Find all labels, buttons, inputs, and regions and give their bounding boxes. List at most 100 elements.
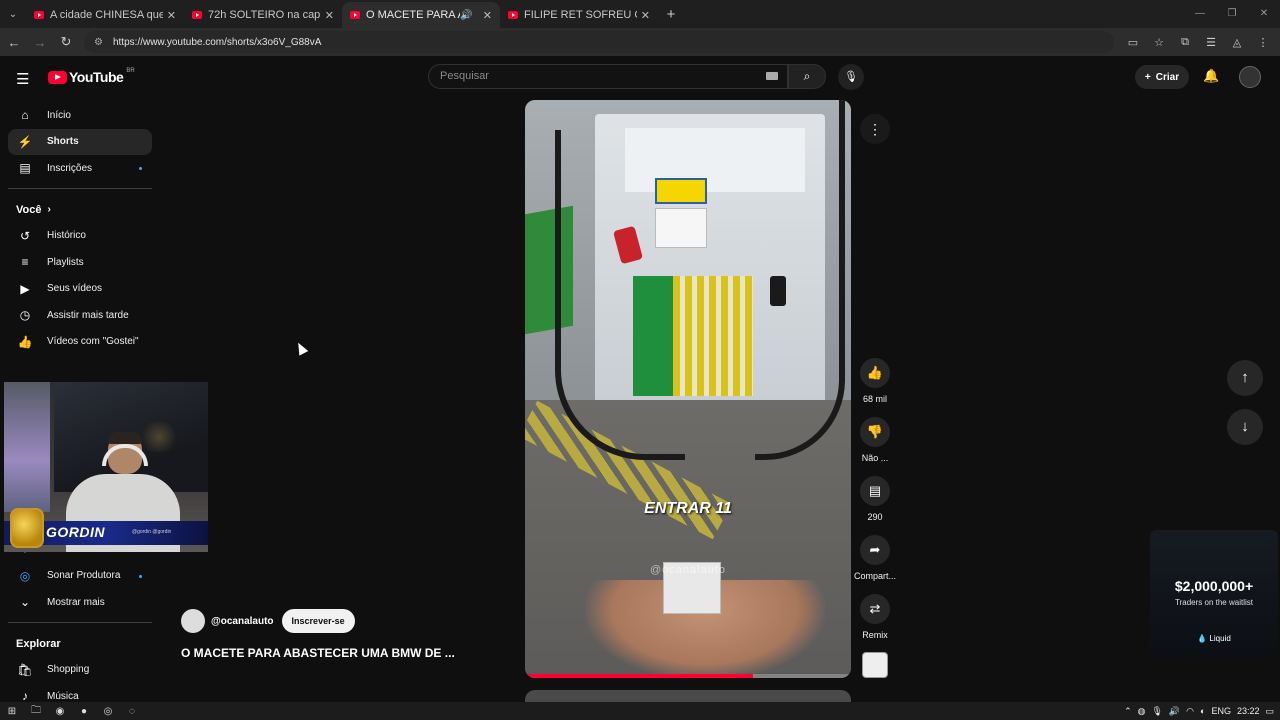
previous-short-button[interactable]: ↑ xyxy=(1227,360,1263,396)
close-tab-icon[interactable]: ✕ xyxy=(167,9,176,22)
tray-app-icon[interactable]: ◍ xyxy=(1138,706,1146,717)
gold-watch-logo-icon xyxy=(10,508,44,548)
minimize-icon[interactable]: — xyxy=(1184,0,1216,28)
comments-button[interactable]: ▤ 290 xyxy=(852,476,898,535)
channel-info: @ocanalauto Inscrever-se xyxy=(181,609,355,633)
maximize-icon[interactable]: ❐ xyxy=(1216,0,1248,28)
next-short-preview[interactable] xyxy=(525,690,851,702)
clock-time[interactable]: 23:22 xyxy=(1237,706,1260,716)
close-window-icon[interactable]: ✕ xyxy=(1248,0,1280,28)
sidebar-item-videos-gostei[interactable]: 👍 Vídeos com "Gostei" xyxy=(8,329,152,356)
channel-avatar[interactable] xyxy=(181,609,205,633)
sidebar-item-mostrar-mais[interactable]: ⌄ Mostrar mais xyxy=(8,589,152,616)
discord-icon[interactable]: ◉ xyxy=(48,706,72,717)
close-tab-icon[interactable]: ✕ xyxy=(483,9,492,22)
sidebar-item-sonar-produtora[interactable]: ◎ Sonar Produtora xyxy=(8,563,152,590)
comment-icon: ▤ xyxy=(860,476,890,506)
keyboard-icon[interactable] xyxy=(766,72,778,80)
new-content-dot xyxy=(139,167,142,170)
spotify-icon[interactable]: ● xyxy=(72,706,96,717)
remix-button[interactable]: ⇄ Remix xyxy=(852,594,898,653)
video-progress-bar[interactable] xyxy=(525,674,851,678)
ad-overlay[interactable]: $2,000,000+ Traders on the waitlist 💧 Li… xyxy=(1150,530,1278,658)
search-input[interactable]: Pesquisar xyxy=(428,64,788,89)
bookmark-star-icon[interactable]: ☆ xyxy=(1146,36,1172,49)
create-label: Criar xyxy=(1155,71,1180,83)
input-language[interactable]: ENG xyxy=(1211,706,1231,716)
dislike-button[interactable]: 👎 Não ... xyxy=(852,417,898,476)
menu-icon[interactable]: ☰ xyxy=(16,70,32,88)
youtube-favicon-icon xyxy=(350,11,360,19)
sidebar-item-seus-videos[interactable]: ▶ Seus vídeos xyxy=(8,276,152,303)
browser-tab-active[interactable]: O MACETE PARA ABASTECE 🔊 ✕ xyxy=(342,2,500,28)
search-button[interactable]: ⌕ xyxy=(788,64,826,89)
section-heading-voce[interactable]: Você › xyxy=(0,197,152,223)
profile-icon[interactable]: ◬ xyxy=(1224,36,1250,49)
close-tab-icon[interactable]: ✕ xyxy=(325,9,334,22)
forward-icon[interactable]: → xyxy=(28,35,52,50)
sidebar-item-inicio[interactable]: ⌂ Início xyxy=(8,102,152,129)
file-explorer-icon[interactable]: 🗀 xyxy=(24,703,48,720)
browser-tab-bar: ⌄ A cidade CHINESA que ENGANA ✕ 72h SOLT… xyxy=(0,0,1280,28)
avatar[interactable] xyxy=(1239,66,1261,88)
browser-tab[interactable]: FILIPE RET SOFREU COM LESÃO ✕ xyxy=(500,2,658,28)
reload-icon[interactable]: ↻ xyxy=(54,34,78,50)
tab-title: A cidade CHINESA que ENGANA xyxy=(50,9,163,21)
tray-mic-icon[interactable]: 🎙 xyxy=(1151,706,1162,717)
sidebar-item-label: Shopping xyxy=(47,664,90,676)
close-tab-icon[interactable]: ✕ xyxy=(641,9,650,22)
browser-tab[interactable]: A cidade CHINESA que ENGANA ✕ xyxy=(26,2,184,28)
dislike-label: Não ... xyxy=(861,453,889,463)
sidebar-item-label: Música xyxy=(47,690,79,702)
new-tab-icon[interactable]: + xyxy=(658,6,684,23)
reading-list-icon[interactable]: ☰ xyxy=(1198,36,1224,49)
sidebar-item-assistir-mais-tarde[interactable]: ◷ Assistir mais tarde xyxy=(8,302,152,329)
extensions-icon[interactable]: ⧉ xyxy=(1172,36,1198,49)
browser-menu-icon[interactable]: ⋮ xyxy=(1250,36,1276,49)
url-bar[interactable]: ⚙ https://www.youtube.com/shorts/x3o6V_G… xyxy=(84,31,1114,53)
more-options-button[interactable]: ⋮ xyxy=(860,114,890,144)
windows-start-icon[interactable]: ⊞ xyxy=(0,706,24,717)
back-icon[interactable]: ← xyxy=(2,35,26,50)
sidebar-item-label: Sonar Produtora xyxy=(47,570,121,582)
sidebar-item-shorts[interactable]: ⚡ Shorts xyxy=(8,128,152,155)
youtube-favicon-icon xyxy=(34,11,44,19)
youtube-logo[interactable]: YouTube BR xyxy=(48,68,135,85)
short-title[interactable]: O MACETE PARA ABASTECER UMA BMW DE ... xyxy=(181,646,455,660)
share-button[interactable]: ➦ Compart... xyxy=(852,535,898,594)
browser-tab[interactable]: 72h SOLTEIRO na capital mais L ✕ xyxy=(184,2,342,28)
notifications-icon[interactable]: ▭ xyxy=(1265,706,1274,717)
create-button[interactable]: + Criar xyxy=(1135,65,1189,89)
obs-icon[interactable]: ◌ xyxy=(120,706,144,717)
taskbar: ⊞ 🗀 ◉ ● ◎ ◌ ⌃ ◍ 🎙 🔊 ◠ ◐ ENG 23:22 ▭ xyxy=(0,702,1280,720)
chevron-down-icon: ⌄ xyxy=(19,595,31,610)
sidebar-item-inscricoes[interactable]: ▤ Inscrições xyxy=(8,155,152,182)
speaker-icon[interactable]: 🔊 xyxy=(460,10,472,21)
sidebar-item-shopping[interactable]: 🛍 Shopping xyxy=(8,657,152,684)
notifications-bell-icon[interactable]: 🔔 xyxy=(1203,68,1219,84)
webcam-person-hair xyxy=(108,432,142,444)
section-heading-label: Explorar xyxy=(16,637,61,650)
wifi-icon[interactable]: ◠ xyxy=(1186,706,1194,717)
remix-icon: ⇄ xyxy=(860,594,890,624)
volume-icon[interactable]: 🔊 xyxy=(1169,706,1180,717)
subscribe-button[interactable]: Inscrever-se xyxy=(281,609,355,633)
search-icon: ⌕ xyxy=(803,69,811,83)
like-button[interactable]: 👍 68 mil xyxy=(852,358,898,417)
sidebar-item-label: Shorts xyxy=(47,136,79,148)
site-info-icon[interactable]: ⚙ xyxy=(94,37,103,48)
sidebar-item-playlists[interactable]: ≡ Playlists xyxy=(8,249,152,276)
voice-search-button[interactable]: 🎙 xyxy=(838,64,864,90)
video-watermark: @ocanalauto xyxy=(650,564,726,576)
tab-search-chevron-icon[interactable]: ⌄ xyxy=(0,0,26,28)
cast-icon[interactable]: ▭ xyxy=(1120,36,1146,49)
channel-name[interactable]: @ocanalauto xyxy=(211,616,274,627)
tray-app2-icon[interactable]: ◐ xyxy=(1200,706,1205,716)
short-video-player[interactable]: ENTRAR 11 @ocanalauto xyxy=(525,100,851,678)
chrome-icon[interactable]: ◎ xyxy=(96,706,120,717)
audio-source-thumbnail[interactable] xyxy=(862,652,888,678)
sidebar-item-historico[interactable]: ↺ Histórico xyxy=(8,223,152,250)
next-short-button[interactable]: ↓ xyxy=(1227,409,1263,445)
tray-chevron-up-icon[interactable]: ⌃ xyxy=(1124,706,1132,717)
remix-label: Remix xyxy=(862,630,888,640)
